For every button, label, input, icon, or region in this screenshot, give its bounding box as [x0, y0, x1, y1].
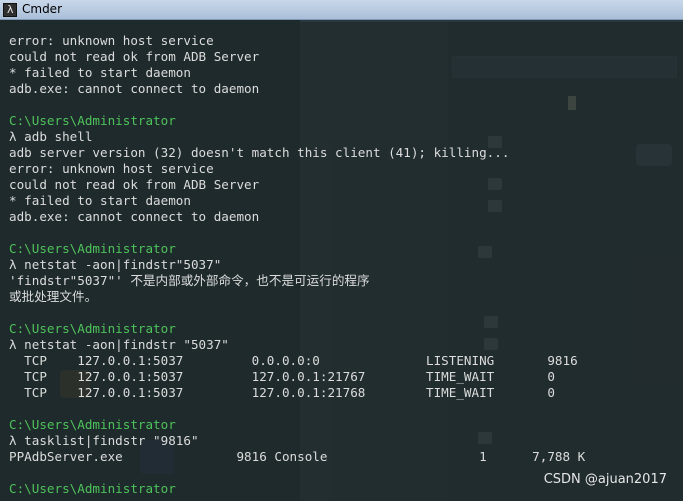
command-line: λ netstat -aon|findstr "5037": [9, 337, 229, 352]
output-line: TCP 127.0.0.1:5037 0.0.0.0:0 LISTENING 9…: [9, 353, 578, 368]
output-line: could not read ok from ADB Server: [9, 49, 260, 64]
prompt-path: C:\Users\Administrator: [9, 321, 176, 336]
prompt-path: C:\Users\Administrator: [9, 113, 176, 128]
output-line: * failed to start daemon: [9, 193, 191, 208]
command-line: λ tasklist|findstr "9816": [9, 433, 199, 448]
prompt-path: C:\Users\Administrator: [9, 417, 176, 432]
output-line: error: unknown host service: [9, 33, 214, 48]
output-line: error: unknown host service: [9, 161, 214, 176]
output-line: TCP 127.0.0.1:5037 127.0.0.1:21768 TIME_…: [9, 385, 555, 400]
prompt-path: C:\Users\Administrator: [9, 241, 176, 256]
output-line: adb.exe: cannot connect to daemon: [9, 81, 260, 96]
output-line: 或批处理文件。: [9, 289, 98, 304]
command-line: λ netstat -aon|findstr"5037": [9, 257, 222, 272]
terminal-output[interactable]: error: unknown host service could not rea…: [0, 20, 683, 501]
output-line: * failed to start daemon: [9, 65, 191, 80]
output-line: could not read ok from ADB Server: [9, 177, 260, 192]
output-line: 'findstr"5037"' 不是内部或外部命令，也不是可运行的程序: [9, 273, 370, 288]
output-line: TCP 127.0.0.1:5037 127.0.0.1:21767 TIME_…: [9, 369, 555, 384]
cmder-app-icon: [3, 3, 17, 17]
watermark: CSDN @ajuan2017: [543, 472, 667, 487]
command-line: λ adb shell: [9, 129, 93, 144]
output-line: adb server version (32) doesn't match th…: [9, 145, 510, 160]
window-titlebar[interactable]: Cmder: [0, 0, 683, 20]
window-title: Cmder: [22, 2, 63, 16]
output-line: adb.exe: cannot connect to daemon: [9, 209, 260, 224]
output-line: PPAdbServer.exe 9816 Console 1 7,788 K: [9, 449, 586, 464]
